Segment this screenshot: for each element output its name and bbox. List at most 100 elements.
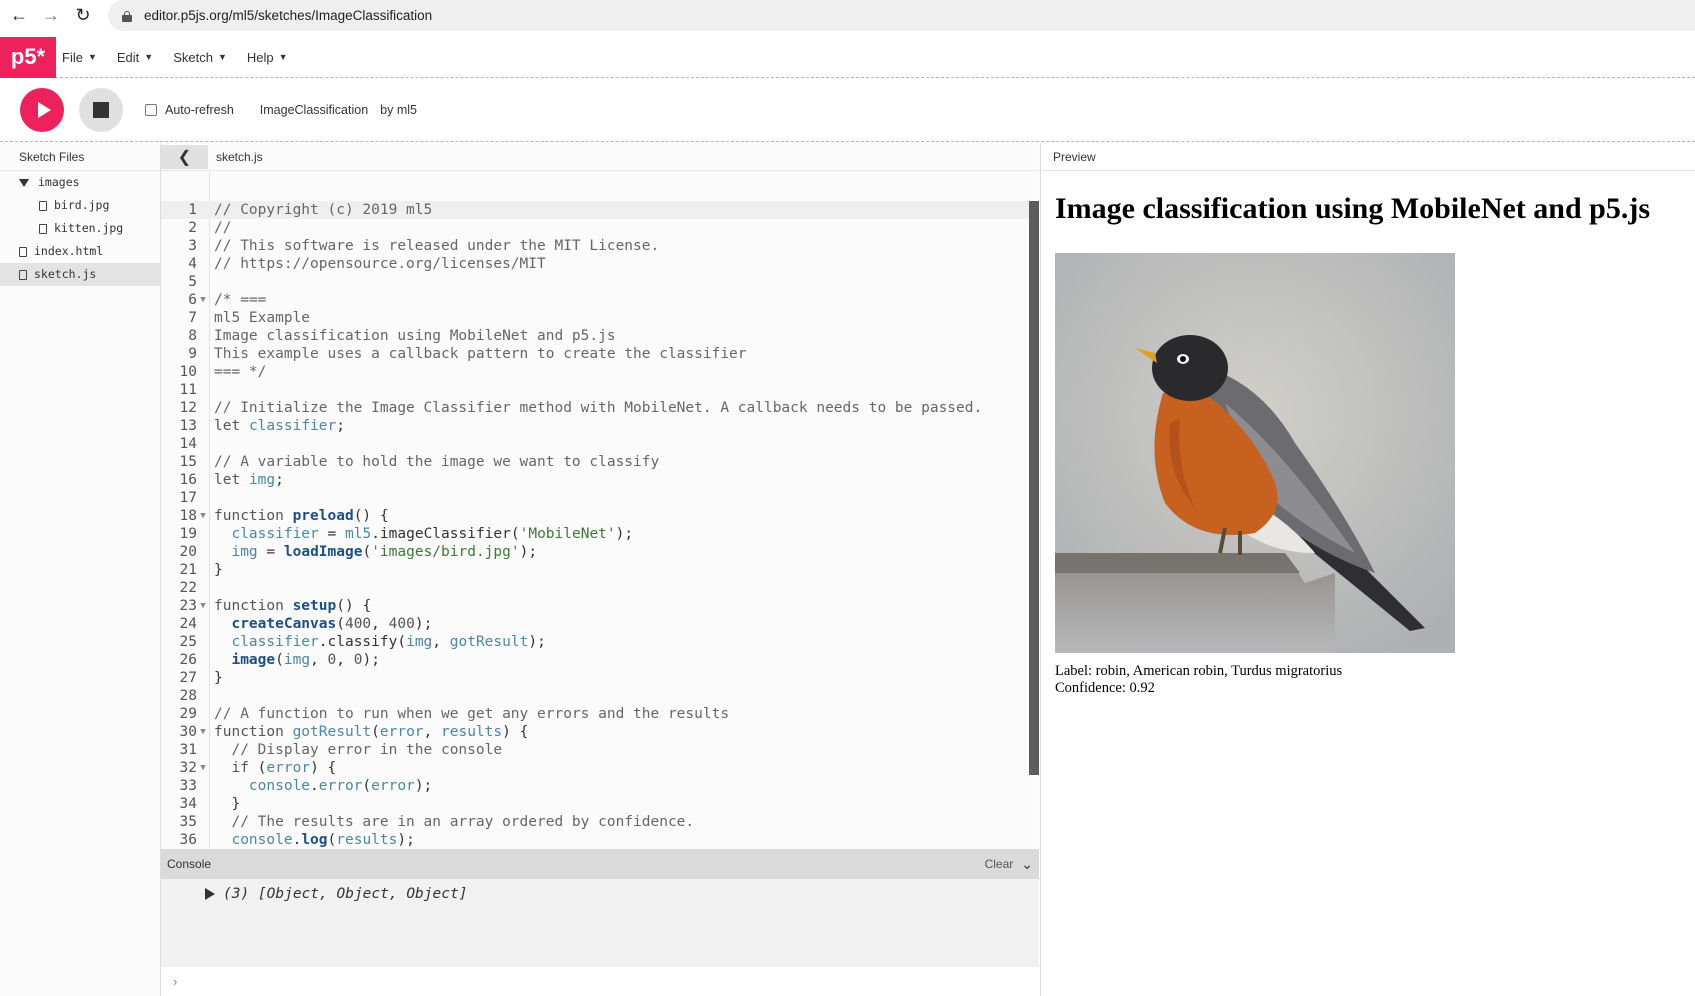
code-line[interactable]: 31 // Display error in the console: [161, 741, 1029, 759]
fold-gutter: [197, 777, 209, 795]
fold-toggle-icon[interactable]: ▼: [197, 759, 209, 777]
console-entry[interactable]: (3) [Object, Object, Object]: [161, 879, 1039, 909]
file-index-html[interactable]: index.html: [0, 240, 160, 263]
code-line[interactable]: 26 image(img, 0, 0);: [161, 651, 1029, 669]
code-line[interactable]: 21}: [161, 561, 1029, 579]
preview-header: Preview: [1041, 143, 1695, 171]
code-line[interactable]: 23 ▼ function setup() {: [161, 597, 1029, 615]
code-text: /* ===: [214, 292, 267, 308]
line-number: 29: [179, 706, 197, 722]
editor-file-tab[interactable]: sketch.js: [216, 150, 263, 164]
file-kitten-jpg[interactable]: kitten.jpg: [0, 217, 160, 240]
code-line[interactable]: 15 // A variable to hold the image we wan…: [161, 453, 1029, 471]
code-line[interactable]: 35 // The results are in an array ordere…: [161, 813, 1029, 831]
file-label: sketch.js: [34, 267, 97, 281]
code-line[interactable]: 25 classifier.classify(img, gotResult);: [161, 633, 1029, 651]
preview-title: Image classification using MobileNet and…: [1055, 192, 1651, 225]
file-icon: [19, 246, 27, 257]
code-line[interactable]: 11: [161, 381, 1029, 399]
folder-images[interactable]: images: [0, 171, 160, 194]
code-line[interactable]: 22: [161, 579, 1029, 597]
code-line[interactable]: 3 // This software is released under the …: [161, 237, 1029, 255]
code-text: classifier.classify(img, gotResult);: [231, 634, 546, 650]
sketch-owner[interactable]: by ml5: [380, 103, 417, 117]
code-line[interactable]: 4 // https://opensource.org/licenses/MIT: [161, 255, 1029, 273]
file-bird-jpg[interactable]: bird.jpg: [0, 194, 160, 217]
code-line[interactable]: 7 ml5 Example: [161, 309, 1029, 327]
code-line[interactable]: 12 // Initialize the Image Classifier met…: [161, 399, 1029, 417]
code-line[interactable]: 10 === */: [161, 363, 1029, 381]
code-line[interactable]: 27}: [161, 669, 1029, 687]
code-line[interactable]: 17: [161, 489, 1029, 507]
code-line[interactable]: 30 ▼ function gotResult(error, results) {: [161, 723, 1029, 741]
line-number: 10: [179, 364, 197, 380]
code-line[interactable]: 13 let classifier;: [161, 417, 1029, 435]
file-label: bird.jpg: [54, 198, 110, 212]
fold-toggle-icon[interactable]: ▼: [197, 507, 209, 525]
code-line[interactable]: 6 ▼ /* ===: [161, 291, 1029, 309]
menu-help-label: Help: [246, 49, 274, 65]
fold-gutter: [197, 237, 209, 255]
code-line[interactable]: 14: [161, 435, 1029, 453]
code-area[interactable]: 1 // Copyright (c) 2019 ml5 2 // 3 // This so…: [161, 201, 1029, 849]
menu-help[interactable]: Help ▼: [247, 50, 288, 65]
menu-file[interactable]: File ▼: [62, 50, 97, 65]
editor-scrollbar[interactable]: [1029, 201, 1039, 775]
code-line[interactable]: 20 img = loadImage('images/bird.jpg');: [161, 543, 1029, 561]
address-bar[interactable]: editor.p5js.org/ml5/sketches/ImageClassi…: [108, 0, 1695, 31]
menu-sketch[interactable]: Sketch ▼: [173, 50, 227, 65]
forward-arrow-icon[interactable]: →: [38, 3, 64, 29]
fold-gutter: [197, 651, 209, 669]
code-text: console.error(error);: [248, 778, 433, 794]
reload-icon[interactable]: ↻: [70, 3, 96, 29]
fold-toggle-icon[interactable]: ▼: [197, 291, 209, 309]
code-line[interactable]: 2 //: [161, 219, 1029, 237]
console-input[interactable]: ›: [161, 967, 1039, 996]
console-prompt: ›: [173, 974, 178, 989]
line-number: 36: [179, 832, 197, 848]
stop-icon: [93, 102, 109, 118]
code-line[interactable]: 34 }: [161, 795, 1029, 813]
code-line[interactable]: 28: [161, 687, 1029, 705]
code-line[interactable]: 18 ▼ function preload() {: [161, 507, 1029, 525]
menu-edit[interactable]: Edit ▼: [117, 50, 153, 65]
url-text[interactable]: editor.p5js.org/ml5/sketches/ImageClassi…: [144, 8, 432, 23]
code-text: // A variable to hold the image we want …: [214, 454, 660, 470]
auto-refresh-label[interactable]: Auto-refresh: [165, 103, 234, 117]
code-line[interactable]: 8 Image classification using MobileNet an…: [161, 327, 1029, 345]
fold-toggle-icon[interactable]: ▼: [197, 723, 209, 741]
collapse-sidebar-button[interactable]: ❮: [161, 145, 208, 169]
play-button[interactable]: [20, 88, 64, 132]
fold-gutter: [197, 273, 209, 291]
line-number: 3: [188, 238, 197, 254]
code-text: let img;: [214, 472, 284, 488]
code-line[interactable]: 16 let img;: [161, 471, 1029, 489]
file-sketch-js[interactable]: sketch.js: [0, 263, 160, 286]
code-line[interactable]: 32 ▼ if (error) {: [161, 759, 1029, 777]
console-clear-button[interactable]: Clear: [985, 857, 1014, 871]
code-line[interactable]: 29 // A function to run when we get any e…: [161, 705, 1029, 723]
fold-toggle-icon[interactable]: ▼: [197, 597, 209, 615]
file-label: kitten.jpg: [54, 221, 124, 235]
stop-button[interactable]: [79, 88, 123, 132]
code-line[interactable]: 24 createCanvas(400, 400);: [161, 615, 1029, 633]
console-entry-text: (3) [Object, Object, Object]: [223, 886, 468, 902]
code-line[interactable]: 36 console.log(results);: [161, 831, 1029, 849]
folder-expanded-icon[interactable]: [19, 178, 29, 187]
p5-logo[interactable]: p5*: [0, 36, 56, 78]
sketch-name[interactable]: ImageClassification: [260, 103, 368, 117]
code-line[interactable]: 9 This example uses a callback pattern to…: [161, 345, 1029, 363]
code-line[interactable]: 5: [161, 273, 1029, 291]
code-line[interactable]: 1 // Copyright (c) 2019 ml5: [161, 201, 1029, 219]
back-arrow-icon[interactable]: ←: [6, 3, 32, 29]
code-line[interactable]: 19 classifier = ml5.imageClassifier('Mob…: [161, 525, 1029, 543]
code-line[interactable]: 33 console.error(error);: [161, 777, 1029, 795]
fold-gutter: [197, 327, 209, 345]
expand-triangle-icon[interactable]: [205, 888, 215, 900]
chevron-down-icon[interactable]: ⌄: [1021, 856, 1033, 873]
line-number: 16: [179, 472, 197, 488]
line-number: 2: [188, 220, 197, 236]
fold-gutter: [197, 525, 209, 543]
fold-gutter: [197, 543, 209, 561]
auto-refresh-checkbox[interactable]: [145, 104, 157, 116]
